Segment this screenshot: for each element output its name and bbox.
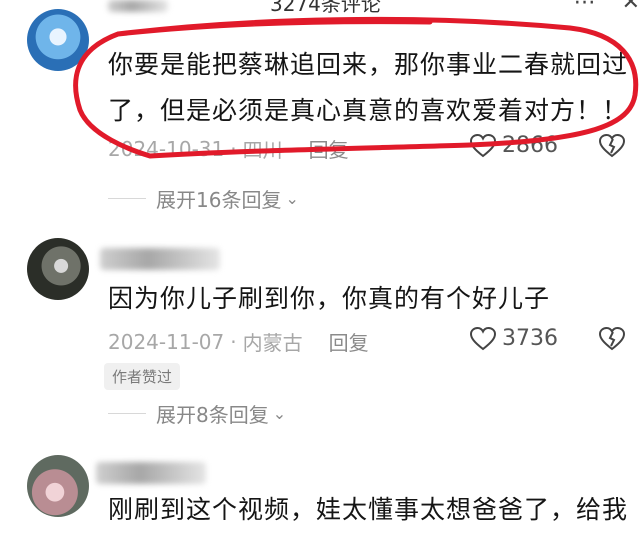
expand-replies-label: 展开16条回复 [156,188,282,212]
like-button[interactable]: 3736 [470,326,558,351]
comment-text-line: 刚刷到这个视频，娃太懂事太想爸爸了，给我 [108,495,629,524]
comment-text: 你要是能把蔡琳追回来，那你事业二春就回过 了，但是必须是真心真意的喜欢爱着对方！… [108,42,628,134]
avatar[interactable] [27,9,89,71]
close-icon[interactable]: ✕ [622,0,640,15]
like-button[interactable]: 2866 [470,133,558,158]
comment-count-title: 3274条评论 [270,0,381,16]
dislike-heart-icon[interactable] [598,134,626,158]
author-liked-badge: 作者赞过 [104,363,181,390]
dislike-heart-icon[interactable] [598,327,626,351]
username-blurred[interactable] [96,462,206,484]
avatar[interactable] [27,455,89,517]
heart-icon [470,326,496,350]
expand-replies-label: 展开8条回复 [156,403,269,427]
expand-replies-button[interactable]: 展开8条回复 ⌄ [108,399,286,428]
like-count: 3736 [502,326,558,351]
comment-meta: 2024-10-31 · 四川 回复 [108,134,349,163]
divider [108,413,146,414]
reply-button[interactable]: 回复 [329,327,369,356]
chevron-down-icon: ⌄ [272,404,287,423]
comment-meta: 2024-11-07 · 内蒙古 回复 [108,327,369,356]
comment-location: 内蒙古 [242,331,303,355]
comment-text-line: 因为你儿子刷到你，你真的有个好儿子 [108,284,551,313]
header-controls: ⋯ ✕ [574,0,640,15]
expand-replies-button[interactable]: 展开16条回复 ⌄ [108,184,299,213]
reply-button[interactable]: 回复 [309,134,349,163]
comment-text: 因为你儿子刷到你，你真的有个好儿子 [108,276,628,322]
divider [108,198,146,199]
chevron-down-icon: ⌄ [285,189,299,208]
heart-icon [470,133,496,157]
comment-text-line: 了，但是必须是真心真意的喜欢爱着对方！！ [108,96,629,125]
username-blurred[interactable] [100,248,220,270]
comment-date: 2024-10-31 [108,136,225,161]
username-blurred[interactable] [108,0,168,12]
comment-text-line: 你要是能把蔡琳追回来，那你事业二春就回过 [108,50,629,79]
avatar[interactable] [27,238,89,300]
like-count: 2866 [502,133,558,158]
comment-text: 刚刷到这个视频，娃太懂事太想爸爸了，给我 [108,487,628,533]
ellipsis-icon[interactable]: ⋯ [574,0,596,15]
comment-date: 2024-11-07 [108,329,225,354]
comment-location: 四川 [242,138,283,162]
